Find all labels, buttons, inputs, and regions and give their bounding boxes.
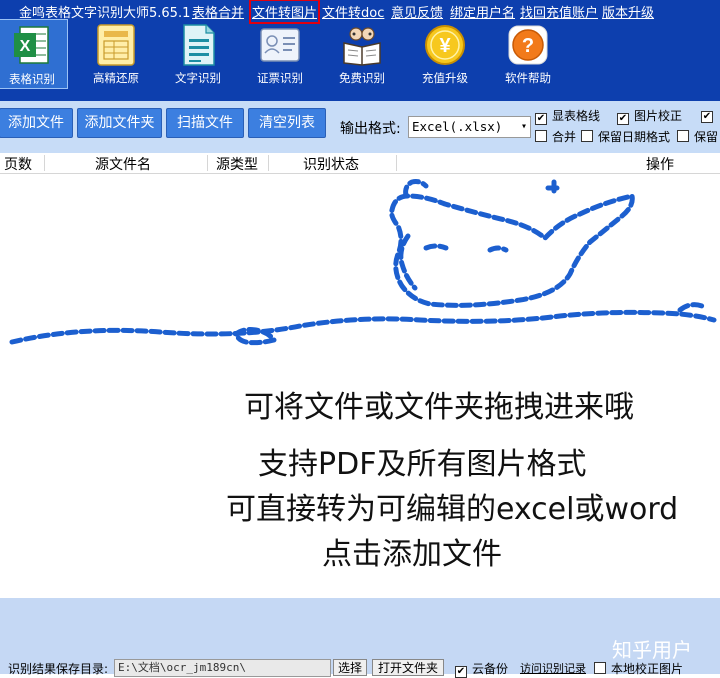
tool-label: 证票识别	[257, 71, 303, 85]
tool-certificate-recognition[interactable]: 证票识别	[244, 19, 316, 89]
checkbox-label: 合并	[552, 130, 577, 144]
svg-text:¥: ¥	[439, 35, 451, 57]
checkbox-box	[677, 130, 689, 142]
tool-free-recognition[interactable]: 免费识别	[326, 19, 398, 89]
save-dir-field[interactable]: E:\文档\ocr_jm189cn\	[114, 659, 331, 677]
tool-text-recognition[interactable]: 文字识别	[162, 19, 234, 89]
tool-label: 高精还原	[93, 71, 139, 85]
watermark: 知乎用户	[612, 638, 692, 662]
column-header-actions: 操作	[646, 157, 674, 173]
tool-label: 表格识别	[9, 72, 55, 86]
checkbox-label: 图片校正	[634, 109, 683, 123]
choose-dir-button[interactable]: 选择	[333, 659, 367, 676]
output-format-label: 输出格式:	[340, 121, 401, 137]
checkbox-box	[581, 130, 593, 142]
tool-label: 文字识别	[175, 71, 221, 85]
open-book-icon	[340, 23, 384, 67]
add-folder-button[interactable]: 添加文件夹	[77, 108, 162, 138]
tool-label: 充值升级	[422, 71, 468, 85]
yuan-coin-icon: ¥	[423, 23, 467, 67]
column-header-source-type: 源类型	[216, 157, 258, 173]
clear-list-button[interactable]: 清空列表	[248, 108, 326, 138]
column-divider	[268, 155, 269, 171]
scan-file-button[interactable]: 扫描文件	[166, 108, 244, 138]
drop-hint-line-1: 可将文件或文件夹拖拽进来哦	[244, 390, 634, 425]
file-table-header: 页数 源文件名 源类型 识别状态 操作	[0, 153, 720, 174]
checkbox-label: 保留	[694, 130, 719, 144]
id-card-icon	[258, 23, 302, 67]
tool-high-precision-restore[interactable]: 高精还原	[80, 19, 152, 89]
svg-text:?: ?	[522, 35, 534, 57]
excel-icon: X	[10, 24, 54, 68]
checkbox-image-correction[interactable]: ✔ 图片校正	[617, 107, 682, 125]
checkbox-show-table-lines[interactable]: ✔ 显表格线	[535, 107, 600, 125]
tool-label: 软件帮助	[505, 71, 551, 85]
tool-software-help[interactable]: ? 软件帮助	[492, 19, 564, 89]
document-grid-icon	[94, 23, 138, 67]
output-format-value: Excel(.xlsx)	[412, 119, 503, 134]
checkbox-cloud-backup[interactable]: ✔ 云备份	[455, 660, 508, 678]
checkbox-option-clipped[interactable]: ✔	[701, 107, 718, 123]
checkbox-label: 保留日期格式	[598, 130, 671, 144]
tool-table-recognition[interactable]: X 表格识别	[0, 19, 68, 89]
svg-text:X: X	[20, 38, 31, 55]
checkbox-box: ✔	[617, 113, 629, 125]
open-folder-button[interactable]: 打开文件夹	[372, 659, 444, 676]
drop-hint-line-3: 可直接转为可编辑的excel或word	[226, 492, 679, 527]
checkbox-merge[interactable]: 合并	[535, 128, 576, 145]
title-bar: 金鸣表格文字识别大师5.65.1 表格合并 文件转图片 文件转doc 意见反馈 …	[0, 0, 720, 101]
output-format-select[interactable]: Excel(.xlsx) ▾	[408, 116, 531, 138]
checkbox-box: ✔	[535, 113, 547, 125]
add-file-button[interactable]: 添加文件	[0, 108, 73, 138]
tool-label: 免费识别	[339, 71, 385, 85]
column-header-pages: 页数	[4, 157, 32, 173]
tool-recharge-upgrade[interactable]: ¥ 充值升级	[409, 19, 481, 89]
column-header-source-filename: 源文件名	[95, 157, 151, 173]
help-icon: ?	[506, 23, 550, 67]
checkbox-local-correct[interactable]: 本地校正图片	[594, 660, 683, 677]
text-document-icon	[176, 23, 220, 67]
checkbox-label: 显表格线	[552, 109, 601, 123]
drop-zone[interactable]: 可将文件或文件夹拖拽进来哦 支持PDF及所有图片格式 可直接转为可编辑的exce…	[0, 174, 720, 598]
bottom-panel: 知乎用户 识别结果保存目录: E:\文档\ocr_jm189cn\ 选择 打开文…	[0, 598, 720, 678]
chevron-down-icon: ▾	[520, 121, 527, 132]
column-header-status: 识别状态	[303, 157, 359, 173]
checkbox-box: ✔	[701, 111, 713, 123]
save-dir-label: 识别结果保存目录:	[8, 662, 109, 676]
drop-hint-line-2: 支持PDF及所有图片格式	[258, 447, 587, 482]
drop-hint-line-4: 点击添加文件	[322, 537, 502, 572]
ghost-doodle-illustration	[9, 179, 717, 346]
checkbox-box	[535, 130, 547, 142]
checkbox-keep[interactable]: 保留	[677, 128, 718, 145]
column-divider	[396, 155, 397, 171]
checkbox-box: ✔	[455, 666, 467, 678]
menu-upgrade[interactable]: 版本升级	[602, 2, 654, 21]
checkbox-box	[594, 662, 606, 674]
column-divider	[44, 155, 45, 171]
column-divider	[207, 155, 208, 171]
control-bar: 添加文件 添加文件夹 扫描文件 清空列表 输出格式: ✔ 显表格线 ✔ 图片校正 ✔…	[0, 101, 720, 154]
checkbox-keep-date-format[interactable]: 保留日期格式	[581, 128, 670, 145]
